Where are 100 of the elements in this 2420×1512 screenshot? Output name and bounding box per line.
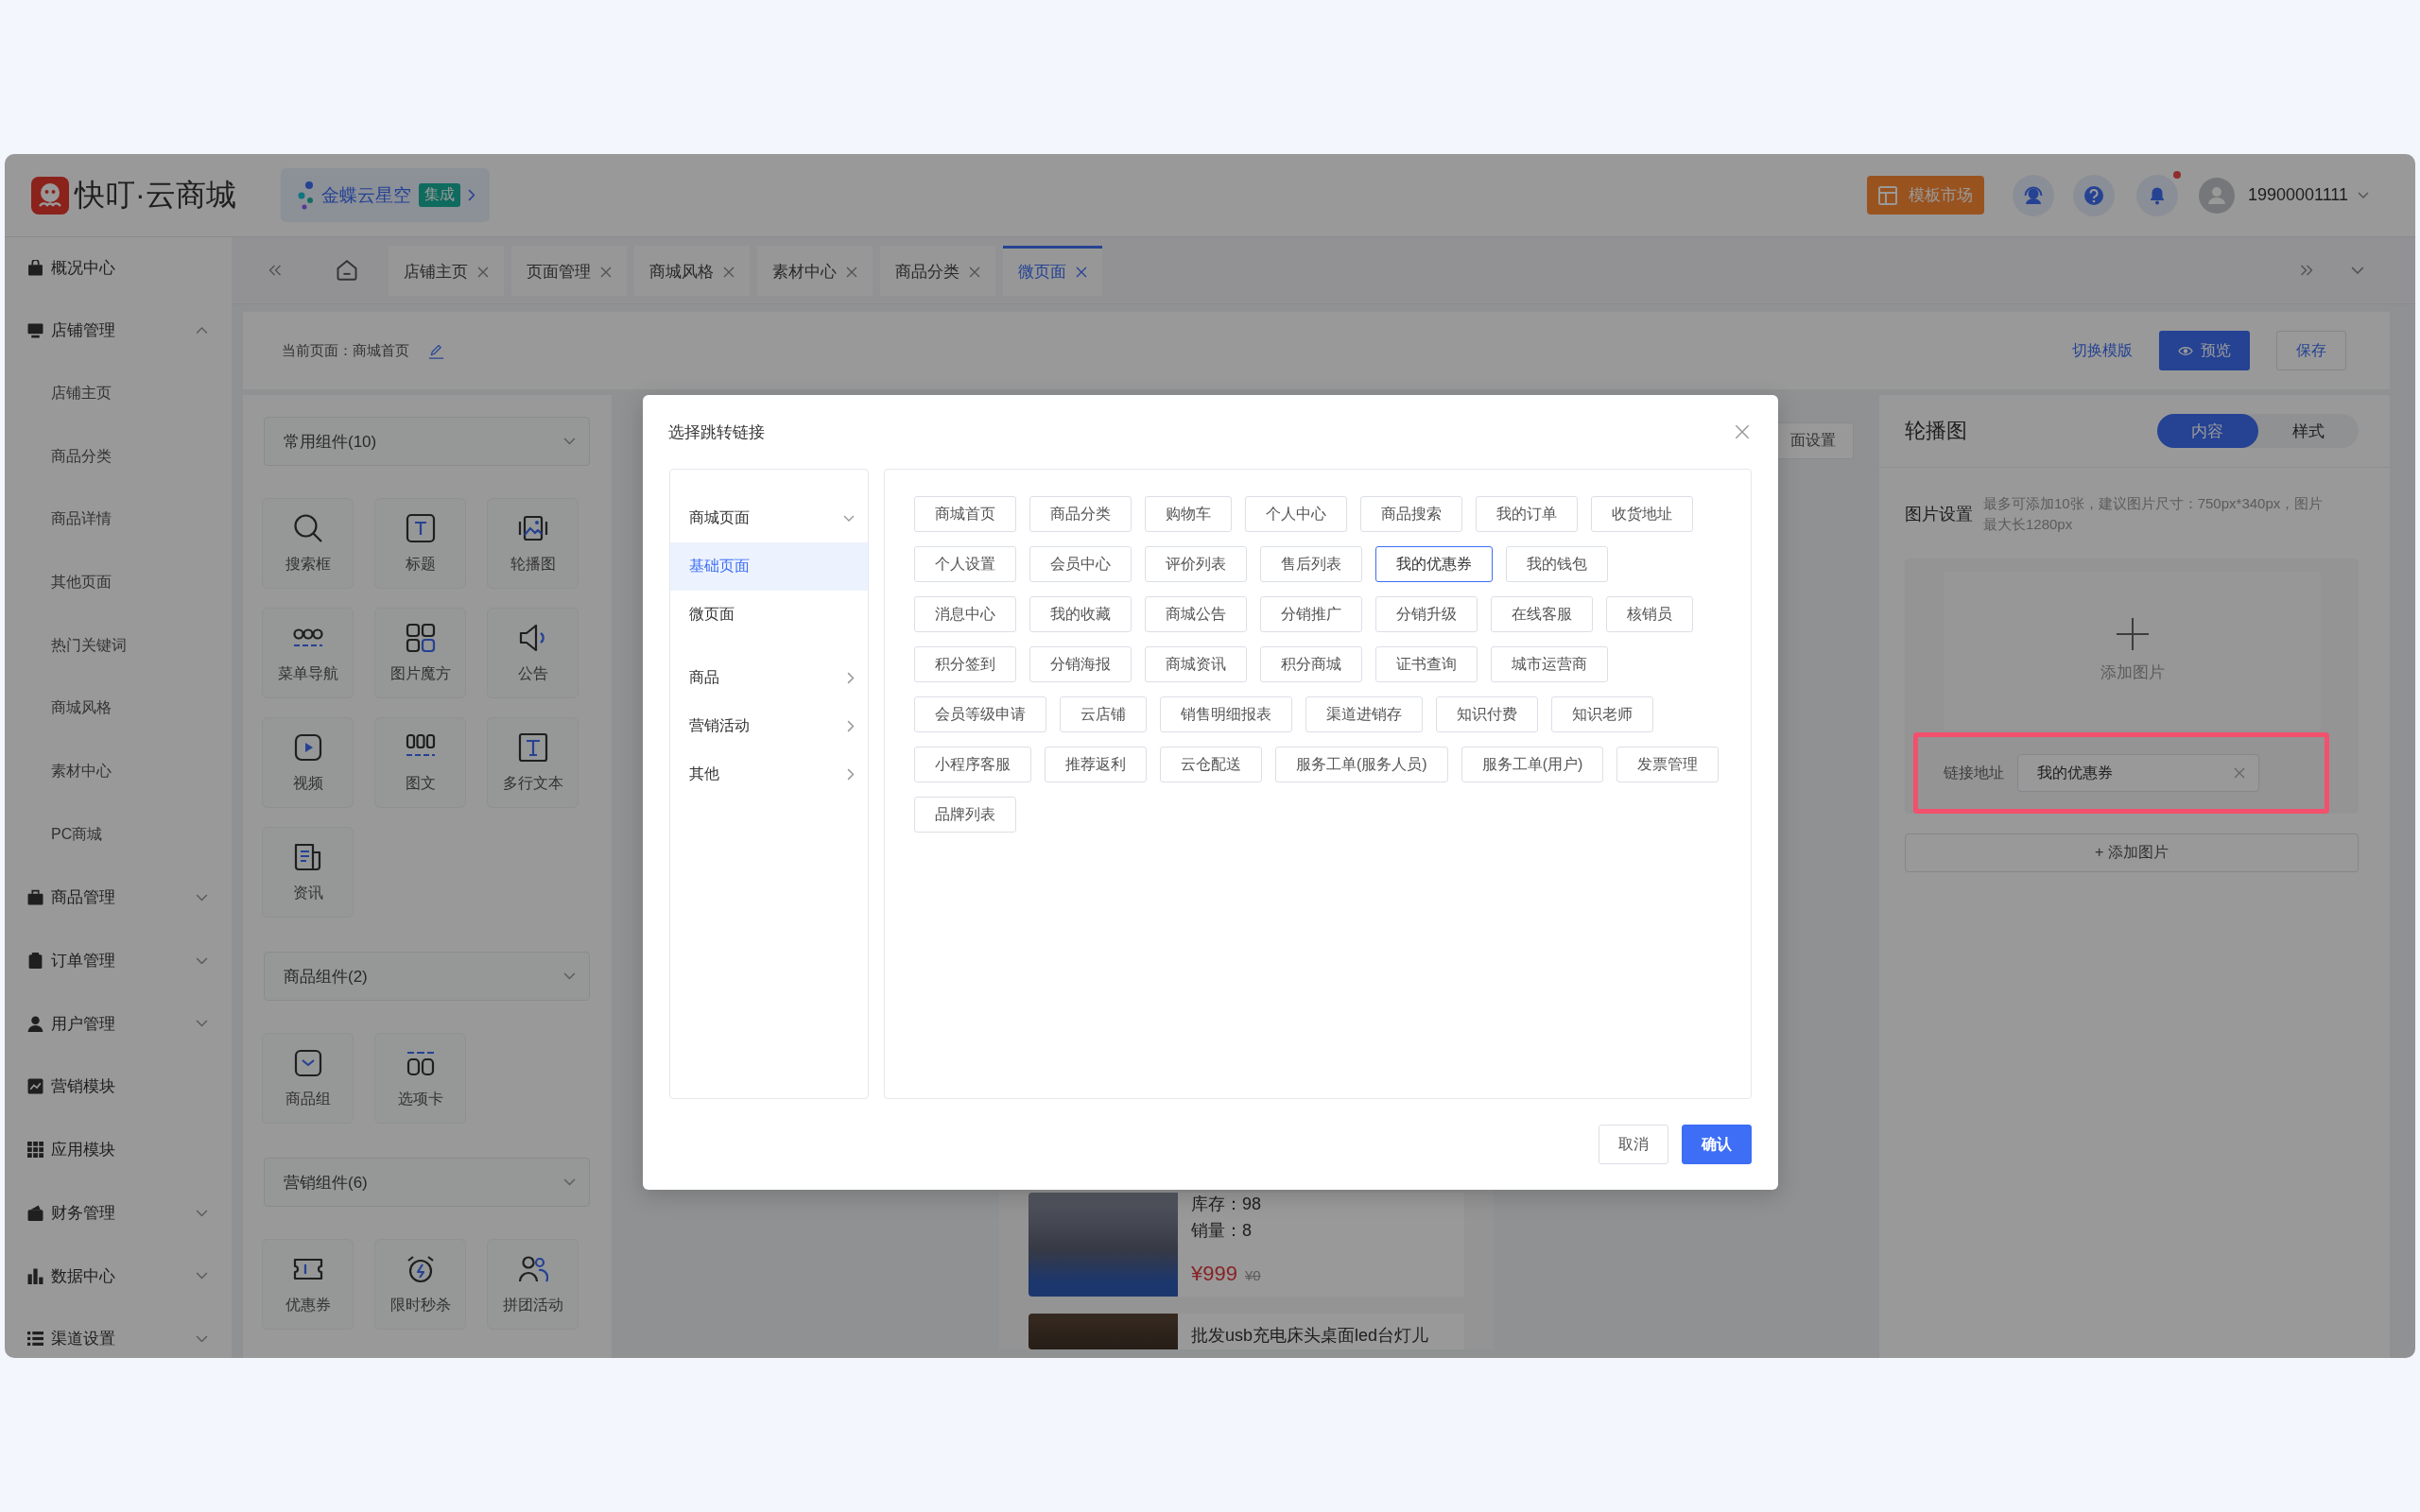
- save-button[interactable]: 保存: [2276, 331, 2346, 370]
- segment-tab[interactable]: 内容: [2157, 414, 2258, 448]
- segment-tab[interactable]: 样式: [2257, 414, 2359, 448]
- menu-subitem[interactable]: 微页面: [670, 591, 868, 639]
- link-option[interactable]: 服务工单(用户): [1461, 747, 1604, 782]
- link-option[interactable]: 品牌列表: [914, 797, 1016, 833]
- close-icon[interactable]: [1735, 424, 1750, 439]
- link-option[interactable]: 知识付费: [1436, 696, 1538, 732]
- component-tile[interactable]: 标题: [374, 498, 466, 589]
- switch-template-link[interactable]: 切换模版: [2072, 340, 2133, 361]
- component-tile[interactable]: 商品组: [262, 1033, 354, 1124]
- link-option[interactable]: 我的收藏: [1029, 596, 1132, 632]
- confirm-button[interactable]: 确认: [1682, 1125, 1752, 1164]
- link-option[interactable]: 会员中心: [1029, 546, 1132, 582]
- tab[interactable]: 商城风格: [634, 245, 750, 296]
- sidebar-item[interactable]: 概况中心: [5, 250, 232, 284]
- link-option[interactable]: 发票管理: [1616, 747, 1720, 782]
- menu-item[interactable]: 其他: [670, 750, 868, 799]
- link-option[interactable]: 分销推广: [1260, 596, 1362, 632]
- link-option[interactable]: 个人中心: [1245, 496, 1347, 532]
- link-option[interactable]: 渠道进销存: [1305, 696, 1423, 732]
- link-option[interactable]: 销售明细报表: [1160, 696, 1292, 732]
- tab[interactable]: 微页面: [1003, 245, 1102, 296]
- link-option[interactable]: 售后列表: [1260, 546, 1362, 582]
- section-header[interactable]: 营销组件(6): [264, 1158, 590, 1207]
- link-option[interactable]: 购物车: [1145, 496, 1232, 532]
- home-icon[interactable]: [337, 260, 357, 281]
- sidebar-subitem[interactable]: 商品分类: [5, 439, 232, 474]
- link-option[interactable]: 云仓配送: [1160, 747, 1262, 782]
- close-icon[interactable]: [723, 266, 735, 278]
- link-option[interactable]: 商城公告: [1145, 596, 1247, 632]
- link-option[interactable]: 评价列表: [1145, 546, 1247, 582]
- link-option[interactable]: 知识老师: [1551, 696, 1653, 732]
- link-option[interactable]: 积分签到: [914, 646, 1016, 682]
- clear-icon[interactable]: [2234, 767, 2245, 779]
- link-option[interactable]: 商城首页: [914, 496, 1016, 532]
- preview-button[interactable]: 预览: [2159, 331, 2250, 370]
- close-icon[interactable]: [1076, 266, 1087, 278]
- close-icon[interactable]: [477, 266, 489, 278]
- menu-item[interactable]: 商品: [670, 654, 868, 702]
- double-chevron-left-icon[interactable]: [268, 265, 282, 276]
- sidebar-subitem[interactable]: 热门关键词: [5, 628, 232, 663]
- tab[interactable]: 页面管理: [511, 245, 627, 296]
- component-tile[interactable]: 图文: [374, 717, 466, 808]
- sidebar-subitem[interactable]: PC商城: [5, 817, 232, 852]
- avatar-icon[interactable]: [2198, 177, 2235, 214]
- sidebar-item[interactable]: 财务管理: [5, 1195, 232, 1230]
- link-option[interactable]: 推荐返利: [1045, 747, 1147, 782]
- link-option[interactable]: 城市运营商: [1491, 646, 1608, 682]
- component-tile[interactable]: 资讯: [262, 827, 354, 918]
- menu-item[interactable]: 商城页面: [670, 494, 868, 542]
- menu-subitem[interactable]: 基础页面: [670, 542, 868, 591]
- link-option[interactable]: 在线客服: [1491, 596, 1593, 632]
- chevron-down-icon[interactable]: [2351, 266, 2364, 275]
- sidebar-item[interactable]: 店铺管理: [5, 313, 232, 348]
- component-tile[interactable]: 限时秒杀: [374, 1239, 466, 1330]
- close-icon[interactable]: [846, 266, 857, 278]
- help-icon[interactable]: [2072, 174, 2115, 216]
- sidebar-subitem[interactable]: 素材中心: [5, 754, 232, 789]
- component-tile[interactable]: 优惠券: [262, 1239, 354, 1330]
- bell-icon[interactable]: [2135, 174, 2178, 216]
- edit-icon[interactable]: [428, 342, 444, 359]
- sidebar-item[interactable]: 数据中心: [5, 1259, 232, 1293]
- close-icon[interactable]: [600, 266, 612, 278]
- link-option[interactable]: 积分商城: [1260, 646, 1362, 682]
- sidebar-item[interactable]: 营销模块: [5, 1069, 232, 1104]
- link-option[interactable]: 我的优惠券: [1375, 546, 1493, 582]
- section-header[interactable]: 商品组件(2): [264, 952, 590, 1001]
- component-tile[interactable]: 菜单导航: [262, 608, 354, 698]
- link-option[interactable]: 我的订单: [1476, 496, 1578, 532]
- sidebar-subitem[interactable]: 商品详情: [5, 502, 232, 537]
- link-option[interactable]: 云店铺: [1060, 696, 1147, 732]
- link-option[interactable]: 分销升级: [1375, 596, 1478, 632]
- user-menu[interactable]: 19900001111: [2247, 185, 2369, 205]
- link-option[interactable]: 商品搜索: [1360, 496, 1462, 532]
- link-option[interactable]: 商城资讯: [1145, 646, 1247, 682]
- close-icon[interactable]: [969, 266, 980, 278]
- tab[interactable]: 商品分类: [880, 245, 995, 296]
- link-option[interactable]: 消息中心: [914, 596, 1016, 632]
- component-tile[interactable]: 拼团活动: [487, 1239, 579, 1330]
- tab[interactable]: 店铺主页: [389, 245, 504, 296]
- link-option[interactable]: 会员等级申请: [914, 696, 1046, 732]
- link-option[interactable]: 分销海报: [1029, 646, 1132, 682]
- sidebar-item[interactable]: 应用模块: [5, 1132, 232, 1167]
- component-tile[interactable]: 多行文本: [487, 717, 579, 808]
- component-tile[interactable]: 搜索框: [262, 498, 354, 589]
- link-option[interactable]: 收货地址: [1591, 496, 1693, 532]
- component-tile[interactable]: 选项卡: [374, 1033, 466, 1124]
- link-option[interactable]: 服务工单(服务人员): [1275, 747, 1448, 782]
- component-tile[interactable]: 图片魔方: [374, 608, 466, 698]
- sidebar-item[interactable]: 订单管理: [5, 943, 232, 978]
- link-option[interactable]: 证书查询: [1375, 646, 1478, 682]
- component-tile[interactable]: 轮播图: [487, 498, 579, 589]
- tab[interactable]: 素材中心: [757, 245, 873, 296]
- component-tile[interactable]: 视频: [262, 717, 354, 808]
- link-option[interactable]: 小程序客服: [914, 747, 1031, 782]
- cancel-button[interactable]: 取消: [1599, 1125, 1668, 1164]
- sidebar-subitem[interactable]: 其他页面: [5, 565, 232, 600]
- link-field[interactable]: 我的优惠券: [2017, 754, 2259, 792]
- link-option[interactable]: 我的钱包: [1506, 546, 1608, 582]
